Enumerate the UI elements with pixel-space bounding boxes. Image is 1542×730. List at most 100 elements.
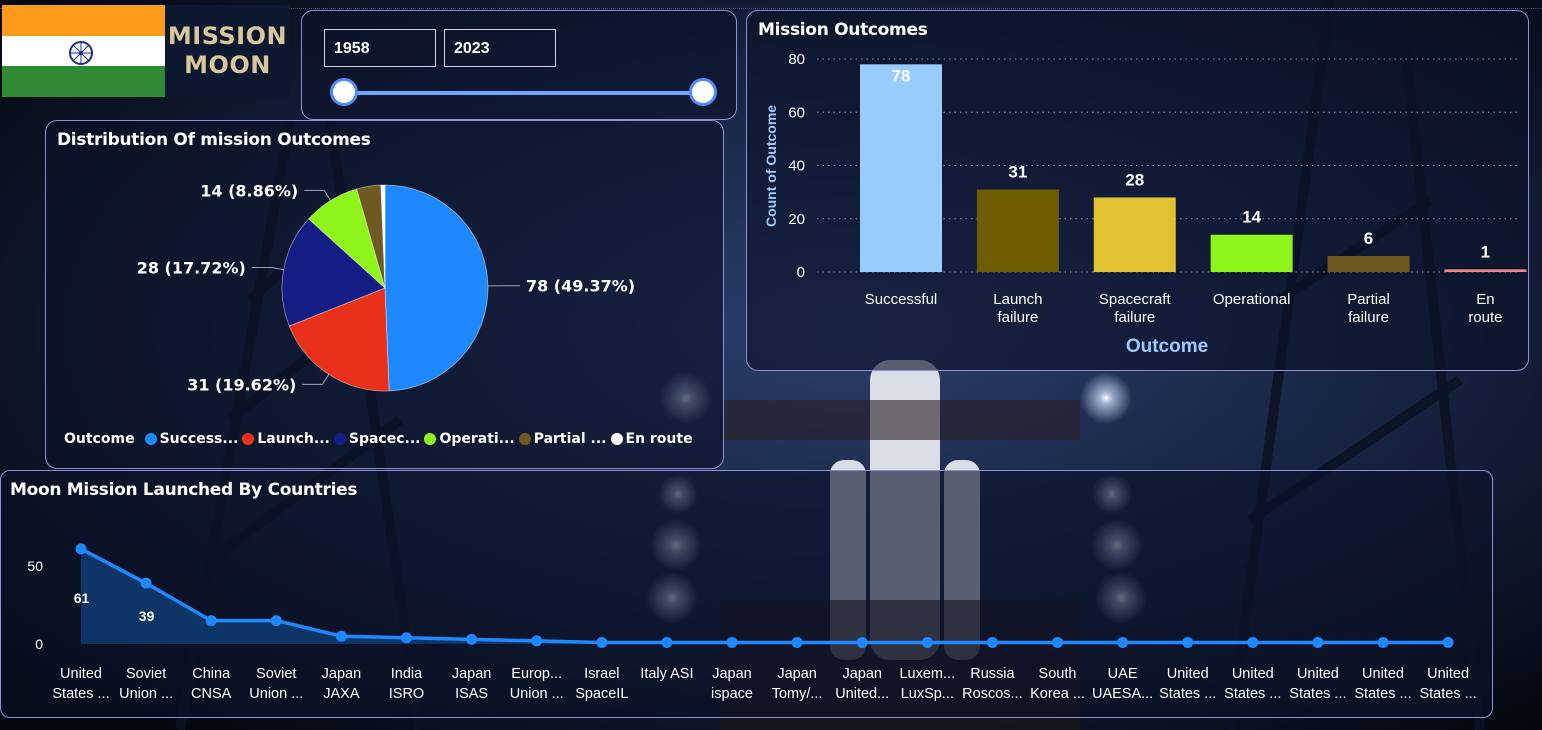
line-category-label: United States ... — [1289, 666, 1346, 702]
bar-x-axis-label: Outcome — [1126, 336, 1208, 357]
line-point[interactable] — [1117, 636, 1129, 648]
line-point[interactable] — [1312, 636, 1324, 648]
legend-label: Partial ... — [533, 431, 607, 447]
line-point[interactable] — [661, 636, 673, 648]
pie-slice-successful[interactable] — [384, 184, 489, 392]
pie-chart: 78 (49.37%) 31 (19.62%) 28 (17.72%) 14 (8.8… — [137, 181, 635, 394]
line-point[interactable] — [531, 635, 543, 647]
line-y-tick-label: 50 — [27, 558, 43, 574]
bar-y-tick-label: 40 — [788, 158, 805, 175]
line-category-label: Luxem... LuxSp... — [899, 666, 955, 702]
legend-item-en-route[interactable]: En route — [610, 431, 693, 447]
slider-end-handle[interactable] — [689, 78, 717, 106]
legend-item-successful[interactable]: Success... — [144, 431, 238, 447]
bar-category-label: Successful — [865, 291, 938, 308]
line-point[interactable] — [791, 636, 803, 648]
end-year-input[interactable]: 2023 — [444, 29, 556, 67]
line-point[interactable] — [921, 636, 933, 648]
line-point[interactable] — [205, 615, 217, 627]
bar-operational[interactable] — [1210, 234, 1293, 272]
line-point[interactable] — [596, 636, 608, 648]
area-chart: 0 50 61 39 United States ... Soviet Union ... Ch… — [27, 543, 1477, 702]
ashoka-chakra-icon — [69, 41, 93, 65]
line-point[interactable] — [140, 577, 152, 589]
end-year-value: 2023 — [454, 40, 490, 57]
line-point[interactable] — [401, 632, 412, 644]
bar-category-label: Launch failure — [993, 291, 1042, 326]
line-category-label: UAE UAESA... — [1092, 666, 1153, 702]
line-point[interactable] — [726, 636, 738, 648]
line-category-label: Japan Tomy/... — [772, 666, 823, 702]
line-point[interactable] — [1247, 636, 1259, 648]
bar-category-label: En route — [1468, 291, 1502, 326]
line-category-label: Soviet Union ... — [119, 666, 173, 702]
line-category-label: Japan United... — [835, 666, 889, 702]
slider-track[interactable] — [343, 91, 703, 95]
pie-data-label: 31 (19.62%) — [187, 375, 296, 394]
brand-title: MISSION MOON — [165, 5, 290, 97]
bar-y-tick-label: 60 — [788, 104, 805, 121]
line-point[interactable] — [270, 615, 282, 627]
line-chart-card: Moon Mission Launched By Countries 0 50 61… — [0, 470, 1493, 718]
line-category-label: Japan ISAS — [452, 666, 492, 702]
pie-leader-line — [302, 374, 330, 385]
line-category-label: Europ... Union ... — [510, 666, 564, 702]
bar-chart: 0 20 40 60 80 Count of Outcome Outcome 78 Succes… — [763, 51, 1527, 357]
bar-launch-failure[interactable] — [976, 189, 1059, 272]
bar-y-axis-label: Count of Outcome — [763, 105, 779, 227]
pie-leader-line — [251, 267, 284, 271]
bar-category-label: Partial failure — [1347, 291, 1390, 326]
bar-successful[interactable] — [860, 64, 942, 272]
india-flag — [2, 5, 165, 97]
legend-item-operational[interactable]: Operati... — [424, 431, 515, 447]
pie-data-label: 78 (49.37%) — [526, 277, 635, 296]
legend-dot — [518, 433, 531, 445]
bar-chart-card: Mission Outcomes 0 20 40 60 80 Count of Outco… — [746, 10, 1529, 371]
line-category-label: Soviet Union ... — [249, 666, 303, 702]
legend-label: Operati... — [439, 431, 515, 447]
line-y-tick-label: 0 — [35, 636, 43, 652]
line-category-label: United States ... — [1159, 666, 1216, 702]
legend-dot — [144, 433, 157, 445]
line-point[interactable] — [335, 630, 347, 642]
pie-leader-line — [304, 189, 331, 201]
slider-start-handle[interactable] — [330, 78, 358, 106]
line-category-label: China CNSA — [191, 666, 232, 702]
line-category-label: United States ... — [52, 666, 109, 702]
start-year-value: 1958 — [334, 40, 370, 57]
legend-dot — [610, 433, 623, 445]
line-point[interactable] — [856, 636, 868, 648]
brand-line-1: MISSION — [167, 22, 288, 51]
legend-label: Launch... — [257, 431, 330, 447]
bar-category-label: Operational — [1213, 291, 1291, 308]
pie-chart-card: Distribution Of mission Outcomes 78 (49.… — [45, 120, 724, 469]
legend-item-partial-failure[interactable]: Partial ... — [518, 431, 607, 447]
legend-dot — [424, 433, 437, 445]
bar-y-tick-label: 0 — [797, 264, 805, 281]
line-point[interactable] — [1052, 636, 1063, 648]
line-point[interactable] — [1377, 636, 1389, 648]
line-category-label: United States ... — [1224, 666, 1281, 702]
bar-y-tick-label: 20 — [788, 211, 805, 228]
legend-item-launch-failure[interactable]: Launch... — [242, 431, 330, 447]
bar-partial-failure[interactable] — [1327, 256, 1410, 272]
bar-data-label: 78 — [892, 66, 911, 85]
year-range-slicer: 1958 2023 — [301, 10, 737, 120]
line-category-label: Russia Roscos... — [962, 666, 1022, 702]
legend-item-spacecraft-failure[interactable]: Spacec... — [333, 431, 420, 447]
line-category-label: India ISRO — [389, 666, 424, 702]
bar-data-label: 31 — [1008, 162, 1027, 181]
bar-en-route[interactable] — [1444, 269, 1527, 272]
pie-legend: Outcome Success... Launch... Spacec... O… — [64, 431, 697, 447]
line-point[interactable] — [1182, 636, 1194, 648]
bar-data-label: 14 — [1242, 208, 1261, 227]
start-year-input[interactable]: 1958 — [324, 29, 436, 67]
bar-spacecraft-failure[interactable] — [1093, 197, 1176, 272]
line-point[interactable] — [75, 543, 87, 555]
legend-dot — [333, 433, 346, 445]
line-point[interactable] — [466, 633, 478, 645]
bar-y-tick-label: 80 — [788, 51, 805, 68]
line-point[interactable] — [1442, 636, 1454, 648]
bar-data-label: 6 — [1364, 229, 1373, 248]
line-point[interactable] — [986, 636, 998, 648]
